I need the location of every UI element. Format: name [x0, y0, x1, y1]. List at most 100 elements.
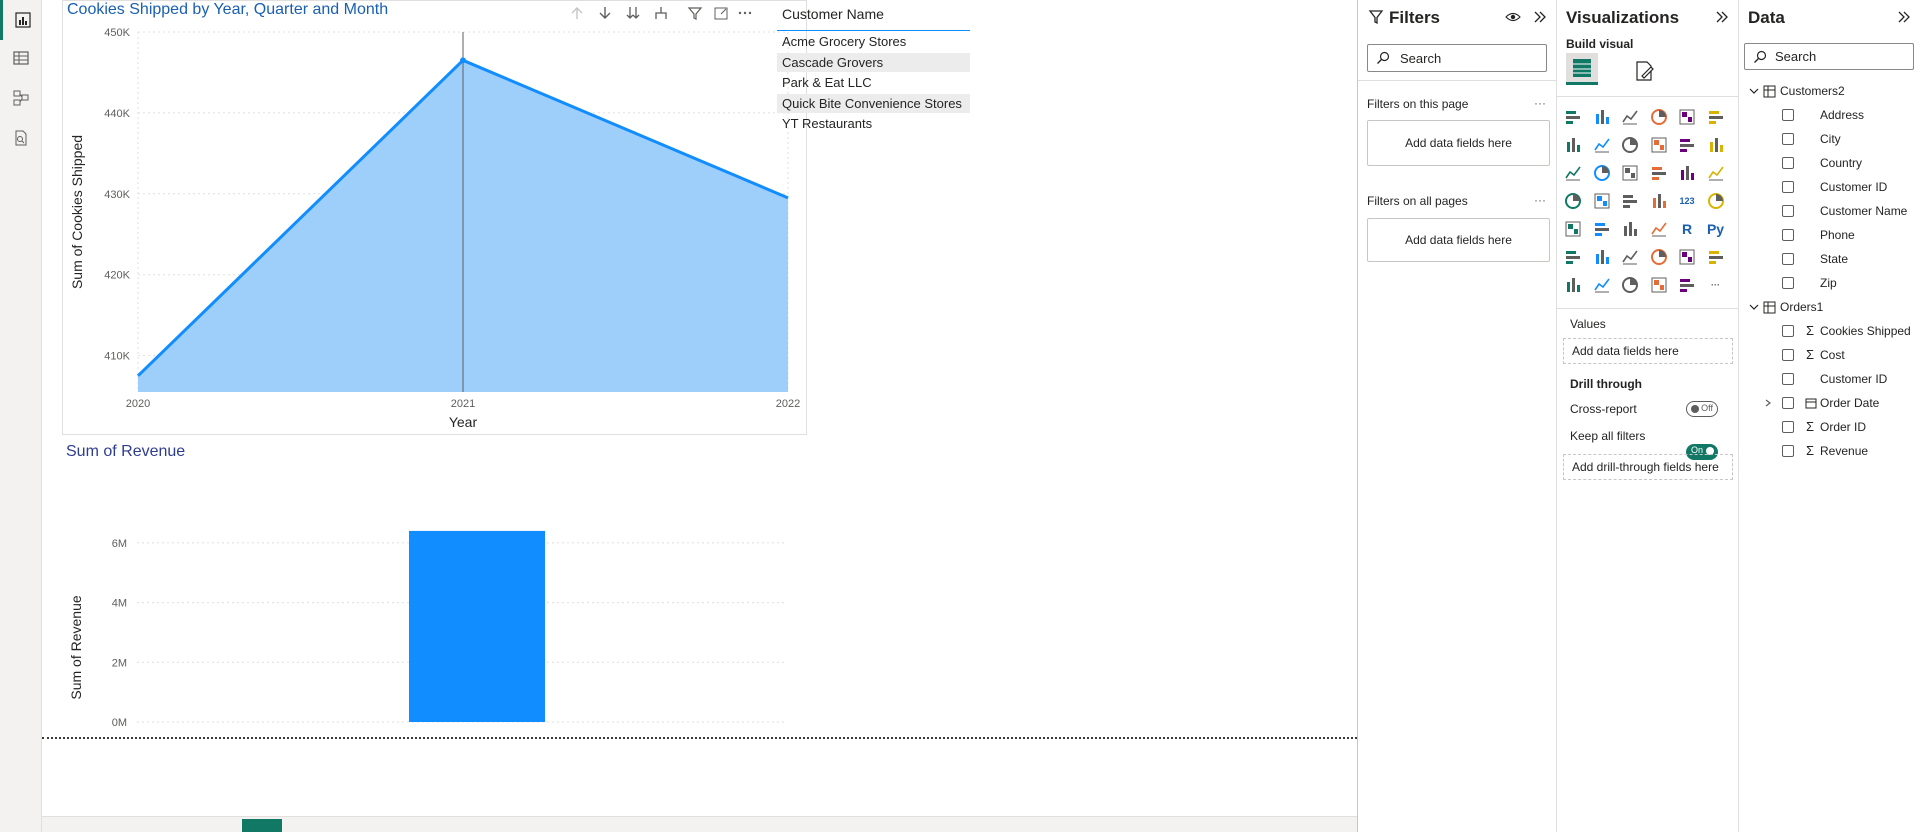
table-node[interactable]: Orders1 — [1739, 295, 1920, 319]
chevron-right-icon[interactable] — [1764, 399, 1772, 407]
paginated-report-icon[interactable] — [1705, 246, 1727, 268]
more-options-icon[interactable]: ··· — [1534, 193, 1546, 207]
power-apps-icon[interactable] — [1562, 274, 1584, 296]
pie-chart-icon[interactable] — [1648, 162, 1670, 184]
field-item[interactable]: Σ Order ID — [1739, 415, 1920, 439]
r-script-icon[interactable]: R — [1676, 218, 1698, 240]
field-item[interactable]: Σ Cost — [1739, 343, 1920, 367]
decomposition-tree-icon[interactable] — [1591, 246, 1613, 268]
chevron-down-icon[interactable] — [1749, 302, 1759, 312]
field-checkbox[interactable] — [1782, 229, 1794, 241]
python-visual-icon[interactable]: Py — [1705, 218, 1727, 240]
filters-search-input[interactable]: Search — [1367, 44, 1547, 72]
map-icon[interactable] — [1562, 190, 1584, 212]
collapse-pane-icon[interactable] — [1533, 10, 1547, 24]
field-item[interactable]: Σ Revenue — [1739, 439, 1920, 463]
scatter-chart-icon[interactable] — [1619, 162, 1641, 184]
field-item[interactable]: Address — [1739, 103, 1920, 127]
line-and-stacked-column-chart-icon[interactable] — [1648, 134, 1670, 156]
field-checkbox[interactable] — [1782, 157, 1794, 169]
more-options-icon[interactable]: ··· — [1534, 96, 1546, 110]
stacked-bar-chart-icon[interactable] — [1562, 106, 1584, 128]
data-search-input[interactable]: Search — [1744, 43, 1914, 70]
cross-report-toggle[interactable]: Off — [1686, 401, 1718, 417]
field-checkbox[interactable] — [1782, 421, 1794, 433]
stacked-column-chart-icon[interactable] — [1591, 106, 1613, 128]
key-influencers-icon[interactable] — [1562, 246, 1584, 268]
100-stacked-bar-chart-icon[interactable] — [1676, 106, 1698, 128]
column-bar[interactable] — [409, 530, 545, 722]
treemap-icon[interactable] — [1705, 162, 1727, 184]
field-item[interactable]: Customer ID — [1739, 175, 1920, 199]
format-visual-tab[interactable] — [1631, 57, 1659, 85]
line-and-clustered-column-chart-icon[interactable] — [1676, 134, 1698, 156]
field-item[interactable]: Zip — [1739, 271, 1920, 295]
slicer-item[interactable]: Park & Eat LLC — [777, 73, 970, 92]
filled-map-icon[interactable] — [1591, 190, 1613, 212]
report-view-button[interactable] — [0, 0, 42, 40]
waterfall-chart-icon[interactable] — [1562, 162, 1584, 184]
stacked-area-chart-icon[interactable] — [1619, 134, 1641, 156]
clustered-bar-chart-icon[interactable] — [1619, 106, 1641, 128]
more-visuals-icon[interactable]: ··· — [1705, 274, 1727, 296]
build-visual-tab[interactable] — [1566, 53, 1598, 85]
line-chart-visual[interactable]: Cookies Shipped by Year, Quarter and Mon… — [62, 0, 807, 435]
collapse-pane-icon[interactable] — [1715, 10, 1729, 24]
clustered-column-chart-icon[interactable] — [1648, 106, 1670, 128]
table-view-button[interactable] — [0, 38, 42, 78]
field-checkbox[interactable] — [1782, 181, 1794, 193]
field-item[interactable]: Σ Cookies Shipped — [1739, 319, 1920, 343]
ribbon-chart-icon[interactable] — [1705, 134, 1727, 156]
arcgis-map-icon[interactable] — [1619, 274, 1641, 296]
dax-query-view-button[interactable] — [0, 118, 42, 158]
azure-map-icon[interactable] — [1619, 190, 1641, 212]
field-checkbox[interactable] — [1782, 373, 1794, 385]
page-tab-active[interactable] — [242, 819, 282, 832]
funnel-chart-icon[interactable] — [1591, 162, 1613, 184]
eye-icon[interactable] — [1505, 10, 1521, 24]
field-item[interactable]: City — [1739, 127, 1920, 151]
gauge-icon[interactable] — [1648, 190, 1670, 212]
field-checkbox[interactable] — [1782, 445, 1794, 457]
chevron-visual-icon[interactable] — [1676, 274, 1698, 296]
matrix-icon[interactable] — [1648, 218, 1670, 240]
table-icon[interactable] — [1619, 218, 1641, 240]
smart-narrative-icon[interactable] — [1648, 246, 1670, 268]
field-item[interactable]: Customer ID — [1739, 367, 1920, 391]
slicer-item[interactable]: Quick Bite Convenience Stores — [777, 93, 970, 113]
data-point[interactable] — [460, 57, 466, 64]
card-icon[interactable]: 123 — [1676, 190, 1698, 212]
field-checkbox[interactable] — [1782, 277, 1794, 289]
slicer-item[interactable]: Cascade Grovers — [777, 52, 970, 72]
add-filter-well-page[interactable]: Add data fields here — [1367, 120, 1550, 166]
values-well[interactable]: Add data fields here — [1563, 338, 1733, 364]
kpi-icon[interactable] — [1562, 218, 1584, 240]
add-filter-well-all-pages[interactable]: Add data fields here — [1367, 218, 1550, 262]
slicer-icon[interactable] — [1591, 218, 1613, 240]
diamond-visual-icon[interactable] — [1648, 274, 1670, 296]
field-checkbox[interactable] — [1782, 349, 1794, 361]
qa-icon[interactable] — [1619, 246, 1641, 268]
field-checkbox[interactable] — [1782, 109, 1794, 121]
donut-chart-icon[interactable] — [1676, 162, 1698, 184]
field-item[interactable]: State — [1739, 247, 1920, 271]
power-automate-icon[interactable] — [1591, 274, 1613, 296]
slicer-item[interactable]: YT Restaurants — [777, 114, 970, 133]
customer-name-slicer[interactable]: Customer Name Acme Grocery Stores Cascad… — [777, 0, 1017, 140]
line-chart-icon[interactable] — [1562, 134, 1584, 156]
field-checkbox[interactable] — [1782, 205, 1794, 217]
chevron-down-icon[interactable] — [1749, 86, 1759, 96]
bar-chart-visual[interactable]: Sum of Revenue 0M 2M 4M 6M Sum of Revenue — [62, 440, 807, 735]
100-stacked-column-chart-icon[interactable] — [1705, 106, 1727, 128]
field-checkbox[interactable] — [1782, 133, 1794, 145]
field-checkbox[interactable] — [1782, 253, 1794, 265]
metrics-icon[interactable] — [1676, 246, 1698, 268]
model-view-button[interactable] — [0, 78, 42, 118]
field-checkbox[interactable] — [1782, 325, 1794, 337]
area-chart-icon[interactable] — [1591, 134, 1613, 156]
field-item[interactable]: Customer Name — [1739, 199, 1920, 223]
table-node[interactable]: Customers2 — [1739, 79, 1920, 103]
field-item[interactable]: Country — [1739, 151, 1920, 175]
field-item[interactable]: Phone — [1739, 223, 1920, 247]
multi-row-card-icon[interactable] — [1705, 190, 1727, 212]
